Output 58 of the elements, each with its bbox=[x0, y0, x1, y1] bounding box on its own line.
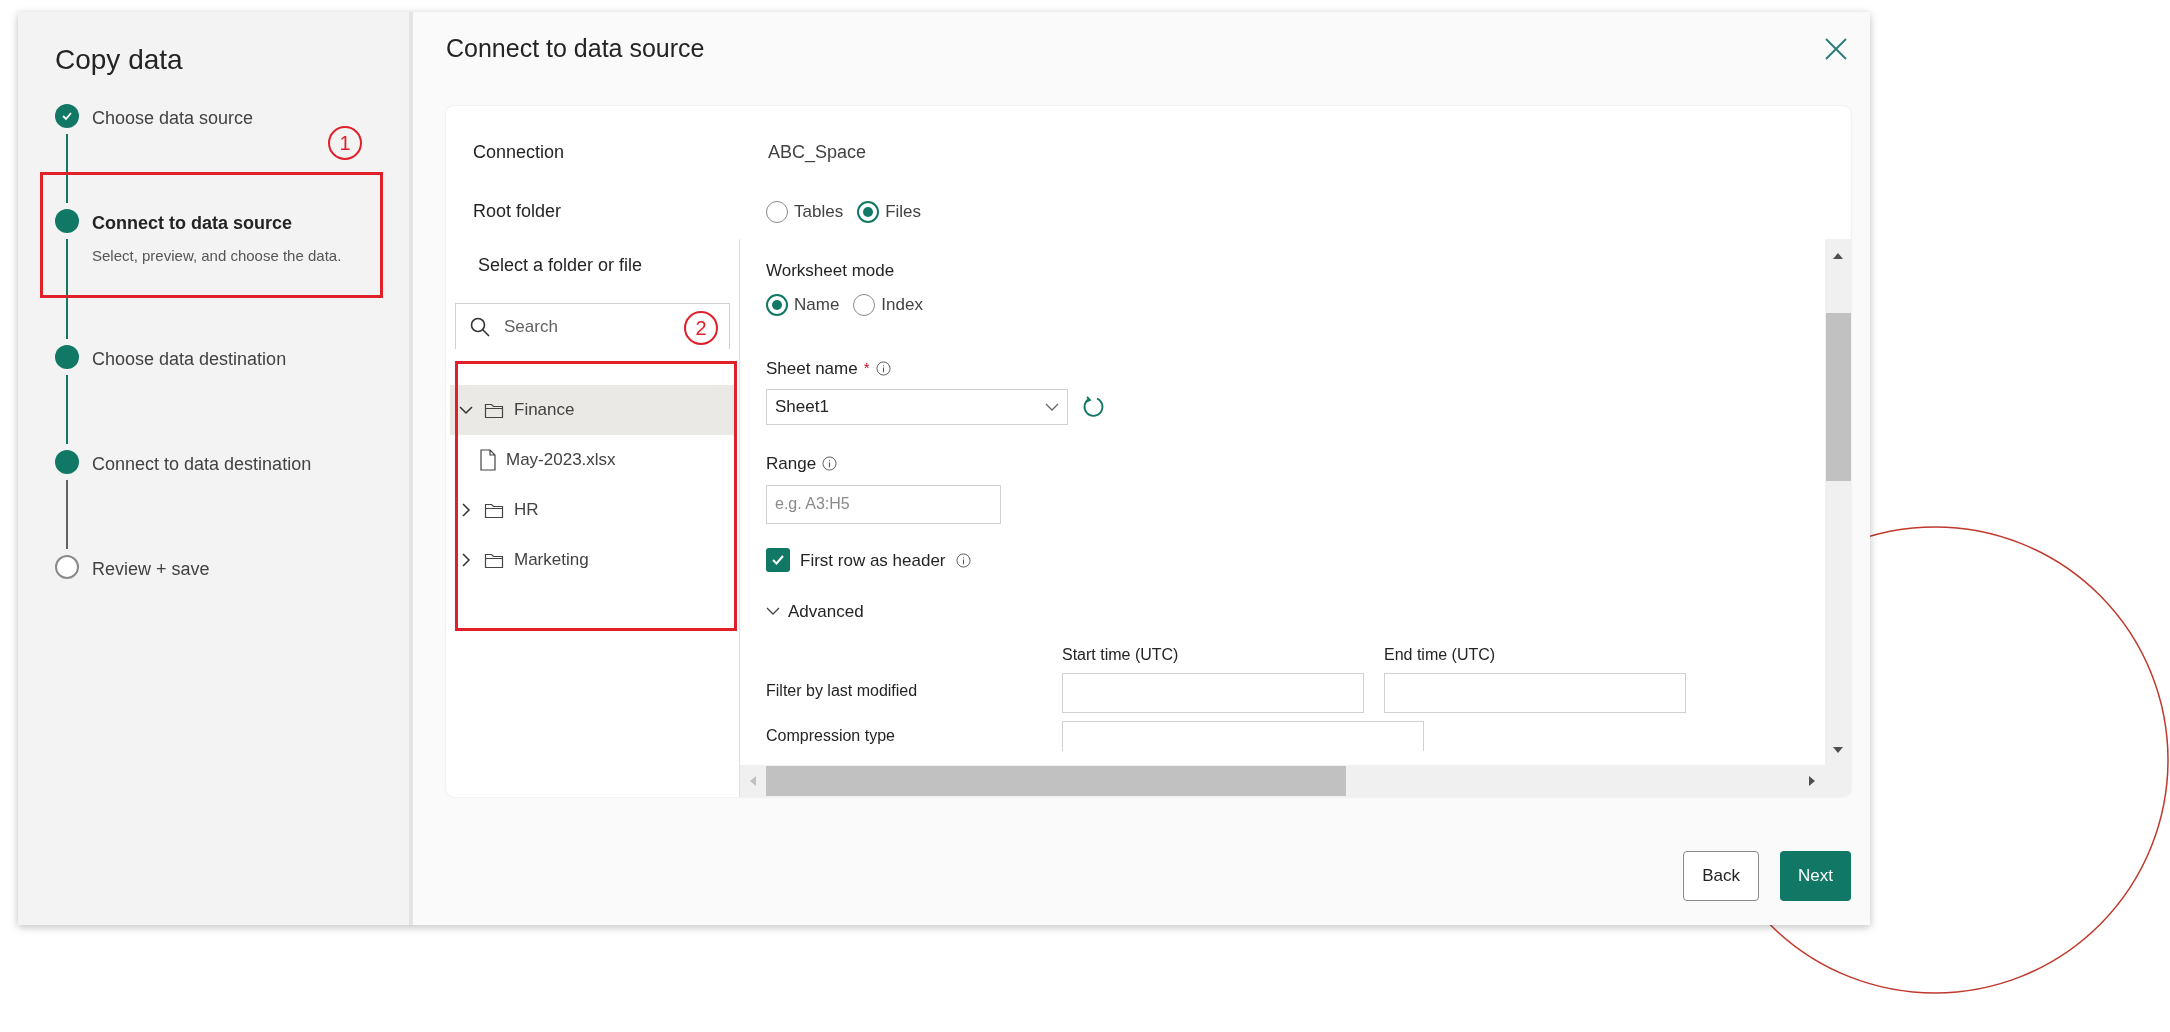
tree-item[interactable]: Finance bbox=[450, 385, 735, 435]
tree-item[interactable]: Marketing bbox=[450, 535, 735, 585]
chevron-down-icon bbox=[766, 607, 780, 617]
tree-item[interactable]: HR bbox=[450, 485, 735, 535]
folder-icon bbox=[484, 401, 504, 419]
connection-value: ABC_Space bbox=[768, 140, 867, 165]
field-label: Compression type bbox=[766, 725, 896, 746]
info-icon[interactable] bbox=[875, 360, 891, 376]
horizontal-scrollbar[interactable] bbox=[740, 765, 1851, 797]
step-label[interactable]: Connect to data source bbox=[92, 210, 342, 237]
date-field[interactable] bbox=[1384, 672, 1686, 713]
sheet-dropdown[interactable]: Sheet1 bbox=[766, 389, 1068, 425]
step-label[interactable]: Review + save bbox=[92, 556, 210, 583]
field-label: Range bbox=[766, 453, 817, 475]
info-icon[interactable] bbox=[822, 456, 838, 472]
annotation-marker: 1 bbox=[328, 126, 362, 160]
folder-icon bbox=[484, 551, 504, 569]
checkbox[interactable] bbox=[766, 548, 790, 573]
field-label: Root folder bbox=[473, 200, 563, 223]
scroll-down-arrow-icon[interactable] bbox=[1832, 745, 1844, 755]
advanced-toggle[interactable]: Advanced bbox=[766, 599, 864, 625]
folder-icon bbox=[484, 501, 504, 519]
annotation-marker: 2 bbox=[684, 311, 718, 345]
field-label: Sheet name bbox=[766, 357, 858, 380]
step-label[interactable]: Connect to data destination bbox=[92, 451, 312, 478]
scroll-up-arrow-icon[interactable] bbox=[1832, 251, 1844, 261]
field-label: Filter by last modified bbox=[766, 680, 919, 701]
step-label[interactable]: Choose data destination bbox=[92, 346, 287, 373]
info-icon[interactable] bbox=[955, 552, 971, 568]
required-mark: * bbox=[863, 358, 870, 378]
search-input[interactable]: Search bbox=[504, 313, 684, 340]
radio-option[interactable]: Index bbox=[853, 292, 923, 318]
field-label: End time (UTC) bbox=[1384, 644, 1497, 665]
radio-option[interactable]: Files bbox=[857, 198, 922, 225]
refresh-icon[interactable] bbox=[1082, 395, 1106, 419]
step-label[interactable]: Choose data source bbox=[92, 105, 254, 132]
check-icon bbox=[771, 553, 785, 568]
vertical-scrollbar[interactable] bbox=[1825, 239, 1851, 765]
radio-option[interactable]: Tables bbox=[766, 198, 844, 225]
back-button[interactable]: Back bbox=[1683, 851, 1760, 901]
step-description: Select, preview, and choose the data. bbox=[92, 246, 342, 266]
browser-title: Select a folder or file bbox=[477, 253, 644, 277]
tree-item[interactable]: May-2023.xlsx bbox=[450, 435, 735, 485]
radio-option[interactable]: Name bbox=[766, 292, 840, 318]
search-icon bbox=[470, 316, 490, 337]
field-label: Start time (UTC) bbox=[1062, 644, 1180, 665]
range-field[interactable]: e.g. A3:H5 bbox=[766, 484, 1001, 524]
field-label: Worksheet mode bbox=[766, 260, 896, 283]
chevron-down-icon[interactable] bbox=[458, 405, 474, 415]
scroll-right-arrow-icon[interactable] bbox=[1807, 775, 1817, 787]
sidebar-title: Copy data bbox=[55, 43, 184, 77]
file-icon bbox=[480, 449, 496, 471]
dialog-title: Connect to data source bbox=[446, 33, 705, 65]
field-label: Connection bbox=[473, 140, 566, 164]
next-button[interactable]: Next bbox=[1780, 851, 1851, 901]
chevron-down-icon bbox=[1045, 402, 1059, 412]
checkbox-label: First row as header bbox=[800, 549, 946, 572]
date-field[interactable] bbox=[1062, 672, 1364, 713]
